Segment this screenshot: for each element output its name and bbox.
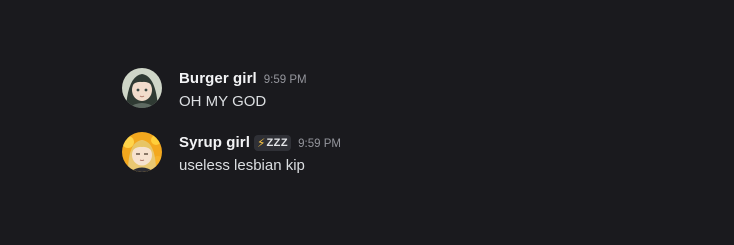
timestamp: 9:59 PM: [298, 137, 341, 150]
message-text: OH MY GOD: [179, 93, 267, 110]
message-content: Burger girl 9:59 PM OH MY GOD: [179, 68, 307, 112]
message-item: Burger girl 9:59 PM OH MY GOD: [122, 68, 307, 112]
message-header: Syrup girl ⚡ ZZZ 9:59 PM: [179, 133, 341, 152]
user-avatar[interactable]: [122, 68, 162, 108]
lightning-bolt-icon: ⚡: [257, 135, 266, 150]
message-text: useless lesbian kip: [179, 157, 305, 174]
anime-girl-blonde-avatar: [122, 132, 162, 172]
clan-tag[interactable]: ⚡ ZZZ: [254, 134, 292, 151]
chat-messages: Burger girl 9:59 PM OH MY GOD Syrup girl…: [0, 0, 734, 245]
clan-tag-text: ZZZ: [266, 136, 289, 149]
message-item: Syrup girl ⚡ ZZZ 9:59 PM useless lesbian…: [122, 132, 341, 176]
timestamp: 9:59 PM: [263, 73, 307, 86]
user-avatar[interactable]: [122, 132, 162, 172]
anime-girl-dark-hair-avatar: [122, 68, 162, 108]
username[interactable]: Burger girl: [179, 70, 257, 87]
message-content: Syrup girl ⚡ ZZZ 9:59 PM useless lesbian…: [179, 132, 341, 176]
username[interactable]: Syrup girl: [179, 134, 250, 151]
message-header: Burger girl 9:59 PM: [179, 69, 307, 88]
